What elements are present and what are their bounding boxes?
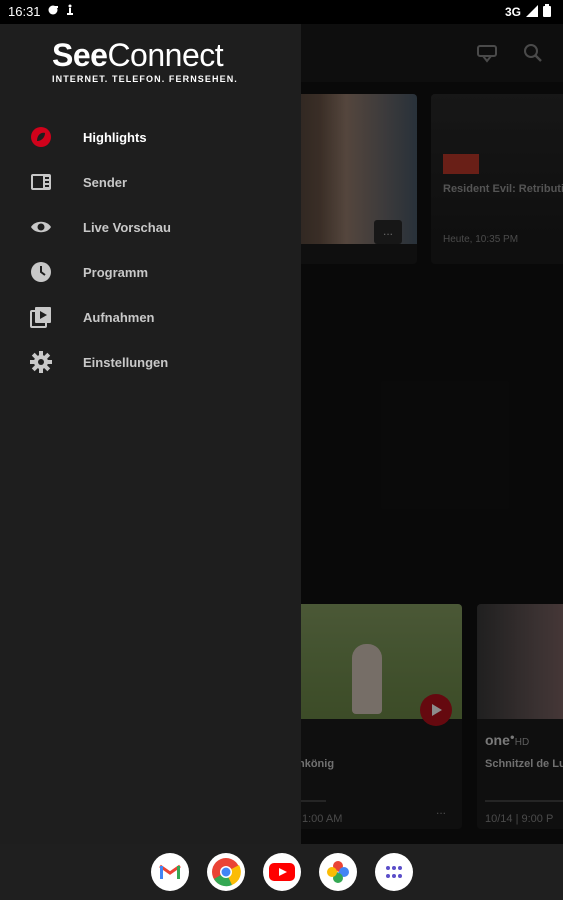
status-time: 16:31 bbox=[8, 4, 41, 19]
chrome-icon[interactable] bbox=[207, 853, 245, 891]
menu-item-label: Highlights bbox=[83, 129, 147, 145]
logo-tagline: INTERNET. TELEFON. FERNSEHEN. bbox=[52, 74, 238, 84]
menu-item-programm[interactable]: Programm bbox=[0, 250, 301, 294]
menu-item-sender[interactable]: Sender bbox=[0, 160, 301, 204]
youtube-icon[interactable] bbox=[263, 853, 301, 891]
notification-icon bbox=[47, 4, 59, 19]
system-dock bbox=[0, 844, 563, 900]
clock-icon bbox=[30, 261, 52, 283]
logo-bold: See bbox=[52, 37, 108, 73]
navigation-drawer: SeeConnect INTERNET. TELEFON. FERNSEHEN.… bbox=[0, 24, 301, 844]
logo: SeeConnect INTERNET. TELEFON. FERNSEHEN. bbox=[52, 38, 252, 90]
gear-icon bbox=[30, 351, 52, 373]
photos-icon[interactable] bbox=[319, 853, 357, 891]
signal-icon bbox=[526, 4, 538, 20]
eye-icon bbox=[30, 216, 52, 238]
menu-item-live-vorschau[interactable]: Live Vorschau bbox=[0, 205, 301, 249]
highlights-icon bbox=[30, 126, 52, 148]
app-drawer-icon[interactable] bbox=[375, 853, 413, 891]
menu-item-aufnahmen[interactable]: Aufnahmen bbox=[0, 295, 301, 339]
menu-item-label: Sender bbox=[83, 174, 128, 190]
menu-item-einstellungen[interactable]: Einstellungen bbox=[0, 340, 301, 384]
menu-item-label: Live Vorschau bbox=[83, 219, 171, 235]
gmail-icon[interactable] bbox=[151, 853, 189, 891]
logo-regular: Connect bbox=[107, 37, 224, 73]
menu-item-label: Programm bbox=[83, 264, 149, 280]
battery-icon bbox=[543, 4, 551, 20]
recordings-icon bbox=[30, 306, 52, 328]
channels-icon bbox=[30, 171, 52, 193]
status-bar: 16:31 3G bbox=[0, 0, 563, 24]
network-label: 3G bbox=[504, 5, 521, 19]
menu-item-highlights[interactable]: Highlights bbox=[0, 115, 301, 159]
menu-item-label: Aufnahmen bbox=[83, 309, 155, 325]
accessibility-icon bbox=[65, 4, 75, 19]
menu-item-label: Einstellungen bbox=[83, 354, 169, 370]
